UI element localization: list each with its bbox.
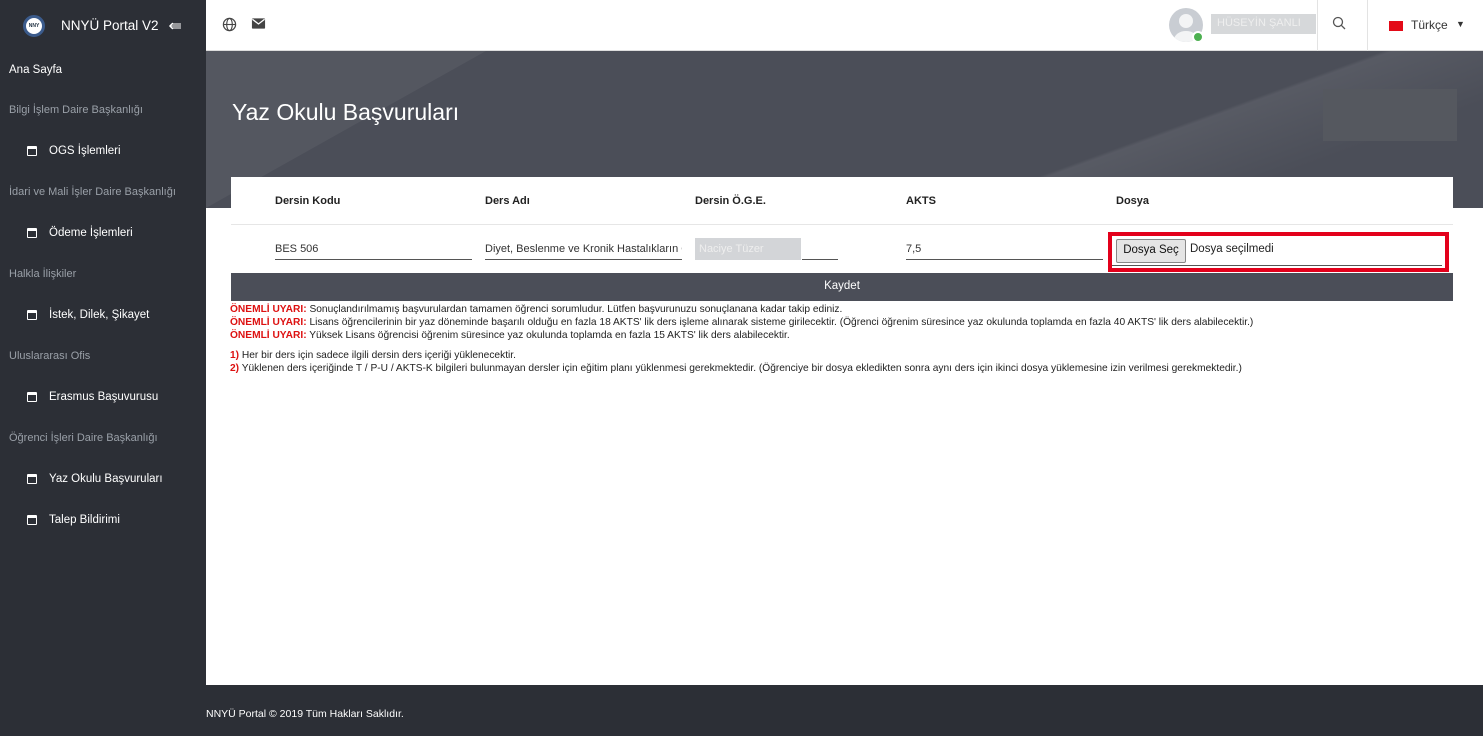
file-upload-highlight: Dosya Seç Dosya seçilmedi	[1108, 232, 1449, 272]
sidebar-item-label: Talep Bildirimi	[49, 513, 120, 526]
sidebar: NNY NNYÜ Portal V2 ⇚ Ana Sayfa Bilgi İşle…	[0, 0, 206, 736]
warning-line: ÖNEMLİ UYARI: Sonuçlandırılmamış başvuru…	[230, 303, 1470, 316]
course-table: Dersin Kodu Ders Adı Dersin Ö.G.E. AKTS …	[231, 177, 1453, 273]
course-code-field[interactable]: BES 506	[275, 238, 472, 260]
footer: NNYÜ Portal © 2019 Tüm Hakları Saklıdır.	[206, 685, 1483, 736]
sidebar-item[interactable]: Talep Bildirimi	[0, 499, 206, 540]
sidebar-item[interactable]: OGS İşlemleri	[0, 130, 206, 171]
search-icon[interactable]	[1332, 16, 1346, 34]
header-file: Dosya	[1116, 195, 1150, 207]
file-field-underline	[1112, 265, 1442, 266]
sidebar-item-label: Öğrenci İşleri Daire Başkanlığı	[9, 431, 158, 444]
divider	[1317, 0, 1318, 51]
university-logo: NNY	[23, 14, 45, 37]
sidebar-item[interactable]: İstek, Dilek, Şikayet	[0, 294, 206, 335]
sidebar-nav: Ana Sayfa Bilgi İşlem Daire Başkanlığı OGS…	[0, 51, 206, 540]
brand-title: NNYÜ Portal V2	[61, 18, 159, 33]
arrow-left-icon[interactable]: ⇚	[169, 16, 182, 36]
sidebar-item-label: Erasmus Başuvurusu	[49, 390, 159, 403]
note-item: 1) Her bir ders için sadece ilgili dersi…	[230, 349, 1470, 362]
warning-prefix: ÖNEMLİ UYARI:	[230, 317, 307, 328]
chevron-down-icon[interactable]: ▼	[1456, 19, 1465, 29]
header-course-name: Ders Adı	[485, 195, 530, 207]
sidebar-section-heading: Bilgi İşlem Daire Başkanlığı	[0, 89, 206, 130]
calendar-icon	[27, 309, 37, 320]
akts-field[interactable]: 7,5	[906, 238, 1103, 260]
sidebar-item-label: Bilgi İşlem Daire Başkanlığı	[9, 103, 143, 116]
note-item: 2) Yüklenen ders içeriğinde T / P-U / AK…	[230, 362, 1470, 375]
warning-line: ÖNEMLİ UYARI: Yüksek Lisans öğrencisi öğ…	[230, 329, 1470, 342]
sidebar-item-label: OGS İşlemleri	[49, 144, 121, 157]
sidebar-item-home[interactable]: Ana Sayfa	[0, 51, 206, 89]
divider	[1367, 0, 1368, 51]
course-name-field[interactable]: Diyet, Beslenme ve Kronik Hastalıkların …	[485, 238, 682, 260]
note-text: Yüklenen ders içeriğinde T / P-U / AKTS-…	[241, 363, 1242, 374]
instructor-field[interactable]: Naciye Tüzer	[695, 238, 801, 260]
save-button[interactable]: Kaydet	[231, 273, 1453, 301]
calendar-icon	[27, 514, 37, 525]
divider	[231, 224, 1453, 225]
sidebar-item[interactable]: Ödeme İşlemleri	[0, 212, 206, 253]
footer-text: NNYÜ Portal © 2019 Tüm Hakları Saklıdır.	[206, 708, 404, 720]
globe-icon[interactable]	[222, 17, 237, 37]
topbar: HÜSEYİN ŞANLI Türkçe ▼	[206, 0, 1483, 51]
notes: ÖNEMLİ UYARI: Sonuçlandırılmamış başvuru…	[230, 303, 1470, 375]
header-akts: AKTS	[906, 195, 936, 207]
sidebar-item-label: Uluslararası Ofis	[9, 349, 91, 362]
header-instructor: Dersin Ö.G.E.	[695, 195, 766, 207]
sidebar-item-label: İdari ve Mali İşler Daire Başkanlığı	[9, 185, 176, 198]
calendar-icon	[27, 145, 37, 156]
sidebar-section-heading: Uluslararası Ofis	[0, 335, 206, 376]
language-selector[interactable]: Türkçe	[1411, 18, 1448, 32]
sidebar-item-label: İstek, Dilek, Şikayet	[49, 308, 150, 321]
note-number: 1)	[230, 350, 240, 361]
warning-text: Yüksek Lisans öğrencisi öğrenim süresinc…	[309, 330, 790, 341]
sidebar-section-heading: Halkla İlişkiler	[0, 253, 206, 294]
sidebar-item[interactable]: Yaz Okulu Başvuruları	[0, 458, 206, 499]
sidebar-item-label: Yaz Okulu Başvuruları	[49, 472, 163, 485]
calendar-icon	[27, 391, 37, 402]
user-name-dropdown[interactable]: HÜSEYİN ŞANLI	[1211, 14, 1316, 34]
sidebar-item-label: Ana Sayfa	[9, 64, 63, 76]
warning-line: ÖNEMLİ UYARI: Lisans öğrencilerinin bir …	[230, 316, 1470, 329]
brand: NNY NNYÜ Portal V2 ⇚	[0, 0, 206, 51]
choose-file-button[interactable]: Dosya Seç	[1116, 239, 1186, 263]
warning-text: Sonuçlandırılmamış başvurulardan tamamen…	[309, 304, 843, 315]
sidebar-item[interactable]: Erasmus Başuvurusu	[0, 376, 206, 417]
sidebar-item-label: Halkla İlişkiler	[9, 267, 77, 280]
file-status-label: Dosya seçilmedi	[1190, 243, 1274, 255]
header-course-code: Dersin Kodu	[275, 195, 341, 207]
instructor-field-line	[802, 238, 838, 260]
sidebar-section-heading: Öğrenci İşleri Daire Başkanlığı	[0, 417, 206, 458]
online-status-dot	[1192, 31, 1204, 43]
note-text: Her bir ders için sadece ilgili dersin d…	[241, 350, 516, 361]
sidebar-section-heading: İdari ve Mali İşler Daire Başkanlığı	[0, 171, 206, 212]
note-number: 2)	[230, 363, 240, 374]
turkey-flag-icon	[1389, 21, 1403, 31]
calendar-icon	[27, 473, 37, 484]
banner-placeholder	[1323, 89, 1457, 141]
sidebar-item-label: Ödeme İşlemleri	[49, 226, 133, 239]
warning-prefix: ÖNEMLİ UYARI:	[230, 330, 307, 341]
page-title: Yaz Okulu Başvuruları	[232, 99, 460, 125]
warning-prefix: ÖNEMLİ UYARI:	[230, 304, 307, 315]
mail-icon[interactable]	[251, 17, 266, 35]
calendar-icon	[27, 227, 37, 238]
warning-text: Lisans öğrencilerinin bir yaz döneminde …	[309, 317, 1254, 328]
